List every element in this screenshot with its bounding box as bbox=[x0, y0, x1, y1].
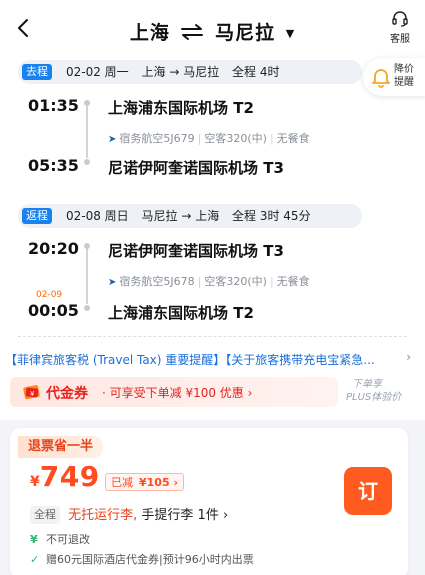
return-flight-info[interactable]: ➤ 宿务航空5J678 | 空客320(中) | 无餐食 bbox=[108, 273, 310, 289]
dropdown-caret-icon: ▼ bbox=[285, 27, 296, 40]
travel-notice-link[interactable]: 【菲律宾旅客税 (Travel Tax) 重要提醒】【关于旅客携带充电宝紧急..… bbox=[5, 351, 420, 368]
destination-city: 马尼拉 bbox=[215, 22, 276, 44]
outbound-flight-info[interactable]: ➤ 宿务航空5J679 | 空客320(中) | 无餐食 bbox=[108, 130, 310, 146]
baggage-info[interactable]: 全程 无托运行李, 手提行李 1件 › bbox=[30, 504, 228, 524]
return-aircraft: 空客320(中) bbox=[204, 275, 267, 288]
customer-service-button[interactable]: 客服 bbox=[385, 10, 415, 45]
price-alert-button[interactable]: 降价提醒 bbox=[363, 58, 425, 96]
price-alert-label: 降价提醒 bbox=[394, 64, 414, 88]
refund-badge: 退票省一半 bbox=[18, 436, 104, 458]
coupon-icon: ¥ bbox=[23, 385, 40, 400]
check-icon: ✓ bbox=[30, 553, 40, 566]
coupon-title: 代金券 bbox=[46, 386, 88, 402]
carry-on-baggage: 手提行李 1件 › bbox=[141, 508, 229, 523]
headset-icon bbox=[392, 11, 408, 27]
checked-baggage: 无托运行李, bbox=[68, 508, 138, 523]
return-flight-number: 宿务航空5J678 bbox=[119, 275, 195, 288]
return-arrive-time: 00:05 bbox=[28, 301, 79, 320]
divider bbox=[18, 336, 407, 337]
return-arrive-date: 02-09 bbox=[36, 290, 63, 300]
customer-service-label: 客服 bbox=[390, 34, 410, 45]
outbound-arrive-airport: 尼诺伊阿奎诺国际机场 T3 bbox=[108, 159, 284, 177]
book-button[interactable]: 订 bbox=[344, 467, 392, 515]
outbound-summary: 去程 02-02 周一 上海 → 马尼拉 全程 4时 bbox=[18, 60, 362, 84]
yen-icon: ¥ bbox=[30, 533, 38, 546]
timeline-line bbox=[86, 249, 88, 304]
route-title[interactable]: 上海 马尼拉 ▼ bbox=[0, 18, 425, 45]
return-duration: 全程 3时 45分 bbox=[232, 209, 311, 223]
timeline-dot bbox=[84, 159, 90, 165]
airline-logo-icon: ➤ bbox=[108, 134, 117, 145]
refund-rule-text: 不可退改 bbox=[46, 533, 90, 546]
chevron-right-icon[interactable]: › bbox=[406, 350, 411, 364]
origin-city: 上海 bbox=[129, 22, 170, 44]
return-tag: 返程 bbox=[22, 208, 52, 224]
outbound-depart-airport: 上海浦东国际机场 T2 bbox=[108, 99, 254, 117]
outbound-arrive-time: 05:35 bbox=[28, 156, 79, 175]
outbound-flight-number: 宿务航空5J679 bbox=[119, 132, 195, 145]
outbound-meal: 无餐食 bbox=[276, 132, 310, 145]
timeline-dot bbox=[84, 305, 90, 311]
plus-price-tip[interactable]: 下单享 PLUS体验价 bbox=[346, 378, 416, 404]
currency-symbol: ¥ bbox=[30, 474, 40, 490]
return-route: 马尼拉 → 上海 bbox=[141, 209, 220, 223]
return-arrive-airport: 上海浦东国际机场 T2 bbox=[108, 304, 254, 322]
return-meal: 无餐食 bbox=[276, 275, 310, 288]
gift-rule: ✓ 赠60元国际酒店代金券|预计96小时内出票 bbox=[30, 551, 254, 567]
return-date: 02-08 周日 bbox=[66, 209, 129, 223]
fare-card[interactable]: 退票省一半 ¥749 已减 ¥105 › 订 全程 无托运行李, 手提行李 1件 … bbox=[10, 428, 408, 575]
discount-badge[interactable]: 已减 ¥105 › bbox=[105, 473, 184, 491]
coupon-description: · 可享受下单减 ¥100 优惠 › bbox=[102, 386, 253, 400]
timeline-line bbox=[86, 106, 88, 158]
outbound-route: 上海 → 马尼拉 bbox=[141, 65, 220, 79]
price-amount: 749 bbox=[39, 460, 100, 493]
header: 上海 马尼拉 ▼ 客服 bbox=[0, 0, 425, 58]
svg-text:¥: ¥ bbox=[30, 390, 35, 398]
discount-amount: ¥105 › bbox=[139, 476, 178, 489]
discount-label: 已减 bbox=[111, 476, 133, 489]
plus-tip-line2: PLUS体验价 bbox=[346, 392, 402, 403]
airline-logo-icon: ➤ bbox=[108, 277, 117, 288]
gift-rule-text: 赠60元国际酒店代金券|预计96小时内出票 bbox=[46, 553, 254, 566]
outbound-date: 02-02 周一 bbox=[66, 65, 129, 79]
outbound-depart-time: 01:35 bbox=[28, 96, 79, 115]
return-summary: 返程 02-08 周日 马尼拉 → 上海 全程 3时 45分 bbox=[18, 204, 362, 228]
fare-price: ¥749 bbox=[30, 460, 100, 493]
round-trip-arrows-icon bbox=[181, 24, 204, 40]
outbound-aircraft: 空客320(中) bbox=[204, 132, 267, 145]
outbound-duration: 全程 4时 bbox=[232, 65, 280, 79]
plus-tip-line1: 下单享 bbox=[352, 379, 382, 390]
return-depart-time: 20:20 bbox=[28, 239, 79, 258]
baggage-scope: 全程 bbox=[30, 506, 60, 524]
outbound-tag: 去程 bbox=[22, 64, 52, 80]
bell-icon bbox=[372, 69, 390, 88]
return-depart-airport: 尼诺伊阿奎诺国际机场 T3 bbox=[108, 242, 284, 260]
coupon-banner[interactable]: ¥ 代金券 · 可享受下单减 ¥100 优惠 › bbox=[10, 377, 338, 407]
refund-rule: ¥ 不可退改 bbox=[30, 531, 90, 547]
